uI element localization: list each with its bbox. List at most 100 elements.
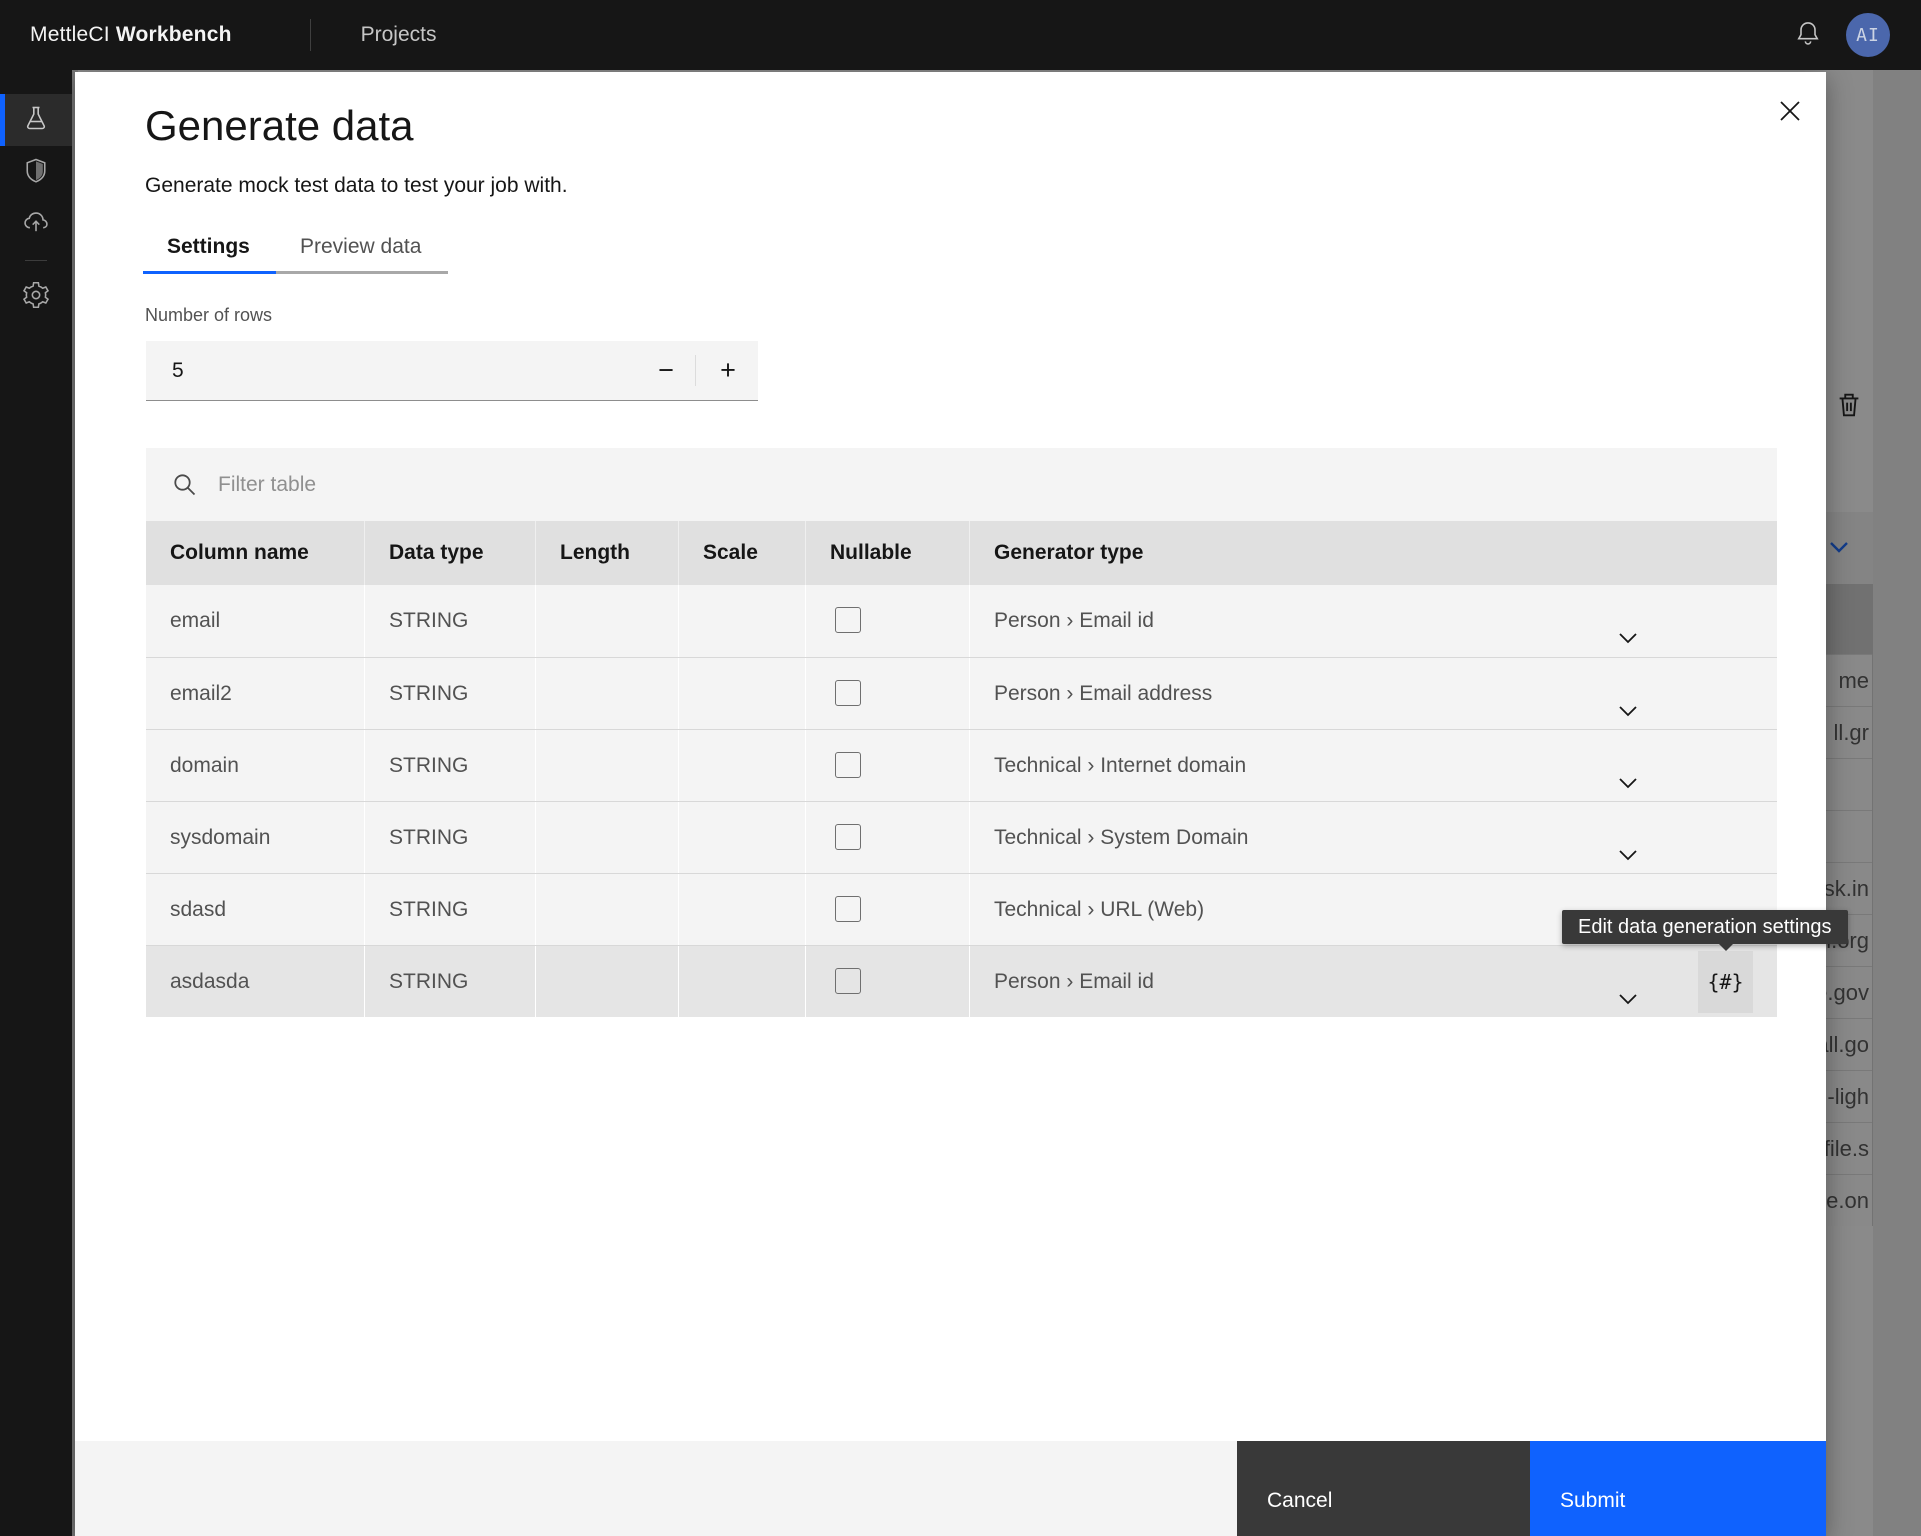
cell-column-name: email2 [146,658,364,729]
generator-type-value[interactable]: Person › Email id [994,609,1154,632]
generate-data-modal: Generate data Generate mock test data to… [75,72,1826,1536]
cell-length [535,658,678,729]
table-header-row: Column name Data type Length Scale Nulla… [146,521,1777,585]
submit-button[interactable]: Submit [1530,1441,1826,1536]
app-header: MettleCI Workbench Projects AI [0,0,1921,70]
chevron-down-icon[interactable] [1615,754,1641,801]
tab-settings[interactable]: Settings [143,222,276,274]
table-row: email STRING Person › Email id [146,585,1777,657]
cell-generator-type: Person › Email address [969,658,1777,729]
modal-subtitle: Generate mock test data to test your job… [145,174,568,198]
cell-data-type: STRING [364,585,535,657]
cell-column-name: domain [146,730,364,801]
cell-generator-type: Person › Email id {#} [969,946,1777,1017]
generator-type-value[interactable]: Technical › Internet domain [994,754,1246,777]
sidebar-item-tests[interactable] [0,94,72,146]
cell-data-type: STRING [364,658,535,729]
modal-tabs: Settings Preview data [143,222,448,274]
table-row: sdasd STRING Technical › URL (Web) [146,873,1777,945]
number-of-rows-label: Number of rows [145,305,272,326]
nullable-checkbox[interactable] [835,680,861,706]
filter-table-input[interactable]: Filter table [218,448,316,521]
table-row: email2 STRING Person › Email address [146,657,1777,729]
shield-icon [22,156,50,189]
cell-scale [678,874,805,945]
cell-generator-type: Person › Email id [969,585,1777,657]
number-of-rows-value[interactable]: 5 [172,341,184,400]
cell-column-name: asdasda [146,946,364,1017]
close-icon[interactable] [1766,87,1814,135]
nullable-checkbox[interactable] [835,824,861,850]
col-header-nullable: Nullable [805,521,969,585]
cell-column-name: email [146,585,364,657]
cell-data-type: STRING [364,946,535,1017]
app-brand[interactable]: MettleCI Workbench [30,23,232,47]
nav-projects[interactable]: Projects [361,23,437,47]
cell-column-name: sysdomain [146,802,364,873]
nullable-checkbox[interactable] [835,752,861,778]
col-header-scale: Scale [678,521,805,585]
col-header-length: Length [535,521,678,585]
cell-data-type: STRING [364,730,535,801]
cell-scale [678,802,805,873]
cell-data-type: STRING [364,802,535,873]
cancel-button[interactable]: Cancel [1237,1441,1530,1536]
generator-type-value[interactable]: Technical › System Domain [994,826,1248,849]
cell-length [535,946,678,1017]
header-divider [310,19,311,51]
side-nav [0,70,72,1536]
chevron-down-icon[interactable] [1615,826,1641,873]
cell-length [535,874,678,945]
cell-column-name: sdasd [146,874,364,945]
cell-length [535,730,678,801]
gear-icon [22,281,50,314]
sidebar-item-compliance[interactable] [0,146,72,198]
generator-type-value[interactable]: Person › Email address [994,682,1212,705]
edit-settings-tooltip: Edit data generation settings [1562,910,1848,944]
col-header-column-name: Column name [146,521,364,585]
chevron-down-icon[interactable] [1615,609,1641,657]
user-avatar[interactable]: AI [1846,13,1890,57]
columns-table: Filter table Column name Data type Lengt… [146,448,1777,1017]
cell-generator-type: Technical › Internet domain [969,730,1777,801]
increment-button[interactable]: + [698,341,758,400]
flask-icon [27,104,50,137]
cell-generator-type: Technical › System Domain [969,802,1777,873]
table-row: sysdomain STRING Technical › System Doma… [146,801,1777,873]
brand-suffix: Workbench [116,23,232,46]
brand-prefix: MettleCI [30,23,110,46]
chevron-down-icon[interactable] [1615,682,1641,729]
decrement-button[interactable]: − [636,341,696,400]
sidebar-item-settings[interactable] [0,271,72,323]
search-icon [172,472,198,503]
tooltip-caret [1718,943,1734,951]
nullable-checkbox[interactable] [835,968,861,994]
table-row-hovered: asdasda STRING Person › Email id {#} [146,945,1777,1017]
cell-data-type: STRING [364,874,535,945]
table-row: domain STRING Technical › Internet domai… [146,729,1777,801]
cell-length [535,585,678,657]
generator-type-value[interactable]: Technical › URL (Web) [994,898,1204,921]
cell-scale [678,946,805,1017]
table-toolbar: Filter table [146,448,1777,521]
tab-preview-data[interactable]: Preview data [276,222,448,274]
cloud-upload-icon [22,208,50,241]
cell-scale [678,658,805,729]
cell-length [535,802,678,873]
col-header-generator-type: Generator type [969,521,1777,585]
col-header-data-type: Data type [364,521,535,585]
cell-scale [678,730,805,801]
sidebar-item-deploy[interactable] [0,198,72,250]
screen: me ll.gr sk.in ll.org e.gov all.go -ligh… [0,0,1921,1536]
chevron-down-icon[interactable] [1615,970,1641,1017]
modal-title: Generate data [145,102,414,150]
generator-type-value[interactable]: Person › Email id [994,970,1154,993]
nullable-checkbox[interactable] [835,896,861,922]
nullable-checkbox[interactable] [835,607,861,633]
number-of-rows-input[interactable]: 5 − + [146,341,758,401]
sidebar-divider [25,260,47,261]
edit-generator-settings-button[interactable]: {#} [1698,951,1753,1013]
notifications-bell-icon[interactable] [1794,19,1822,52]
modal-footer: Cancel Submit [75,1441,1826,1536]
cell-scale [678,585,805,657]
